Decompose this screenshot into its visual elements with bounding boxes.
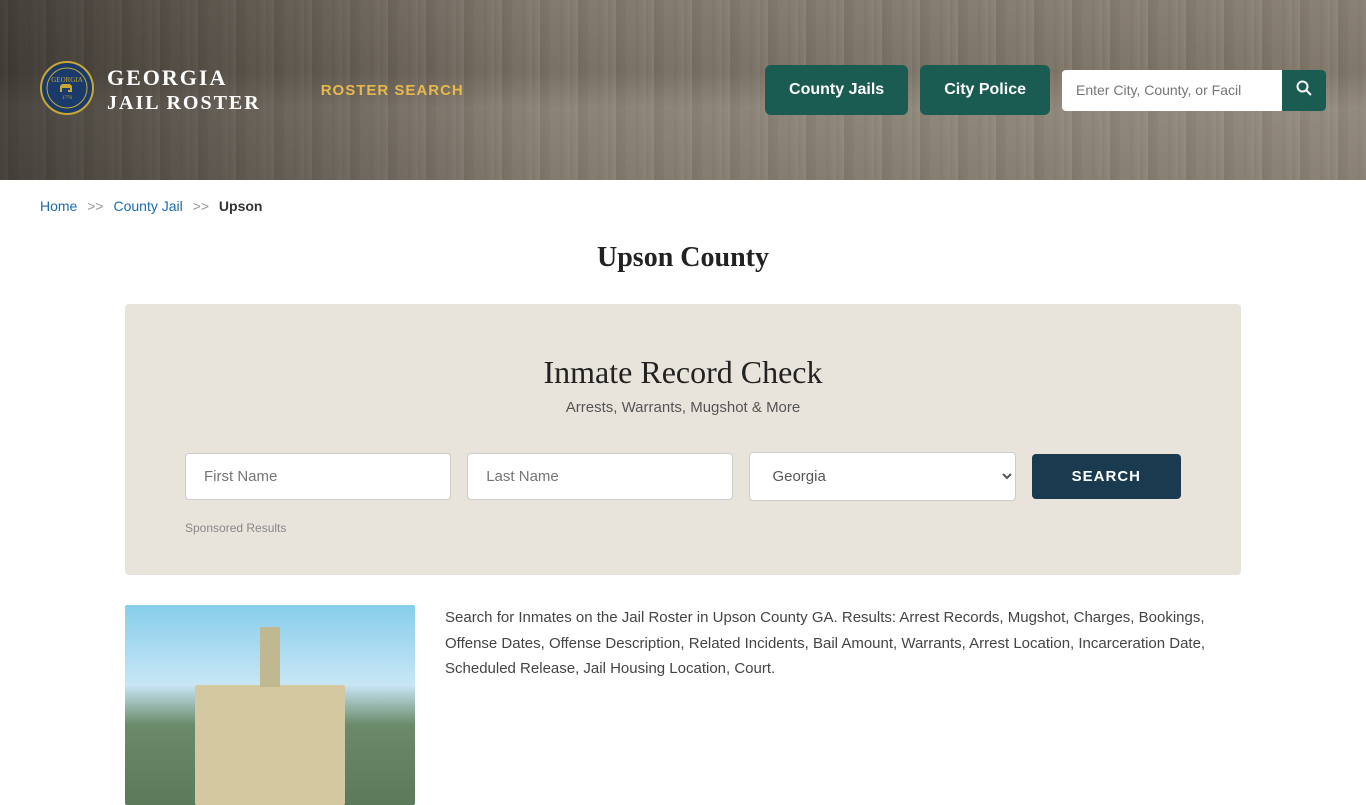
inmate-search-button[interactable]: SEARCH: [1032, 454, 1181, 499]
breadcrumb-sep2: >>: [193, 198, 209, 214]
georgia-seal-icon: GEORGIA 1776: [40, 58, 95, 123]
last-name-input[interactable]: [467, 453, 733, 500]
breadcrumb-county-jail[interactable]: County Jail: [114, 198, 183, 214]
inmate-record-title: Inmate Record Check: [185, 354, 1181, 391]
breadcrumb-home[interactable]: Home: [40, 198, 77, 214]
county-jails-button[interactable]: County Jails: [765, 65, 908, 115]
city-police-button[interactable]: City Police: [920, 65, 1050, 115]
logo-area: GEORGIA 1776 GEORGIA JAIL ROSTER: [40, 58, 261, 123]
header-search-button[interactable]: [1282, 70, 1326, 111]
inmate-record-section: Inmate Record Check Arrests, Warrants, M…: [125, 304, 1241, 575]
roster-search-nav[interactable]: ROSTER SEARCH: [321, 82, 464, 99]
search-icon: [1296, 80, 1312, 96]
bottom-section: Search for Inmates on the Jail Roster in…: [0, 605, 1366, 805]
state-select[interactable]: Georgia: [749, 452, 1015, 501]
inmate-record-subtitle: Arrests, Warrants, Mugshot & More: [185, 399, 1181, 416]
breadcrumb: Home >> County Jail >> Upson: [0, 180, 1366, 232]
breadcrumb-current: Upson: [219, 198, 263, 214]
svg-text:1776: 1776: [62, 96, 73, 101]
inmate-search-form: Georgia SEARCH: [185, 452, 1181, 501]
first-name-input[interactable]: [185, 453, 451, 500]
header-search-input[interactable]: [1062, 72, 1282, 108]
svg-text:GEORGIA: GEORGIA: [51, 76, 83, 84]
page-title: Upson County: [0, 232, 1366, 304]
header-search-bar: [1062, 70, 1326, 111]
county-description: Search for Inmates on the Jail Roster in…: [445, 605, 1241, 682]
site-header: GEORGIA 1776 GEORGIA JAIL ROSTER ROSTER …: [0, 0, 1366, 180]
header-right: County Jails City Police: [765, 65, 1326, 115]
breadcrumb-sep1: >>: [87, 198, 103, 214]
logo-text: GEORGIA JAIL ROSTER: [107, 65, 261, 115]
courthouse-image: [125, 605, 415, 805]
sponsored-results-label: Sponsored Results: [185, 521, 1181, 535]
